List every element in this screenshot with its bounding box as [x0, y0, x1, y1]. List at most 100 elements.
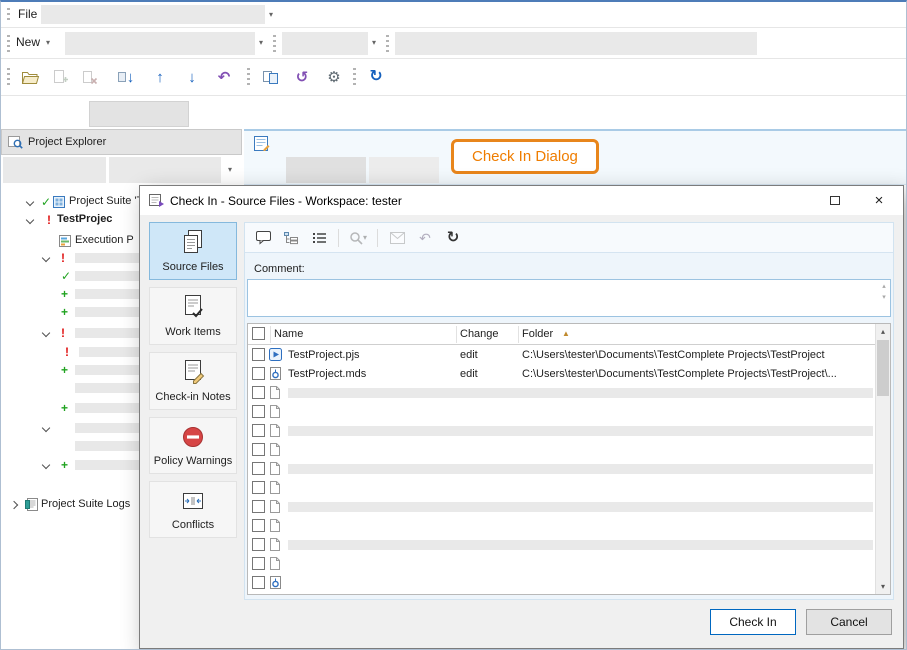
row-checkbox[interactable]: [252, 538, 265, 551]
placeholder-row[interactable]: [248, 421, 875, 440]
comment-input[interactable]: [247, 279, 891, 317]
scroll-down-icon[interactable]: ▾: [879, 292, 889, 303]
placeholder-row[interactable]: [248, 516, 875, 535]
tab-check-in-notes[interactable]: Check-in Notes: [149, 352, 237, 410]
placeholder-row[interactable]: [248, 554, 875, 573]
maximize-button[interactable]: [813, 186, 857, 214]
file-icon: [269, 462, 281, 475]
chevron-down-icon[interactable]: [26, 198, 34, 206]
chevron-down-icon[interactable]: ▾: [259, 39, 263, 47]
logs-icon: [25, 498, 38, 511]
chevron-down-icon[interactable]: [42, 254, 50, 262]
blurred-tab: [3, 157, 106, 183]
chevron-down-icon[interactable]: [42, 424, 50, 432]
column-separator[interactable]: [270, 326, 271, 343]
history-button[interactable]: ↺: [289, 64, 315, 90]
row-checkbox[interactable]: [252, 443, 265, 456]
placeholder-row[interactable]: [248, 383, 875, 402]
add-to-source-control-button[interactable]: [47, 64, 73, 90]
row-checkbox[interactable]: [252, 519, 265, 532]
placeholder-row[interactable]: [248, 535, 875, 554]
toolbar-grip-handle[interactable]: [273, 35, 276, 52]
row-checkbox[interactable]: [252, 405, 265, 418]
chevron-right-icon[interactable]: [10, 501, 18, 509]
source-files-icon: [181, 230, 205, 255]
tab-work-items[interactable]: Work Items: [149, 287, 237, 345]
toolbar-separator: [338, 229, 339, 247]
column-header-name[interactable]: Name: [274, 328, 303, 340]
find-button[interactable]: ▾: [346, 226, 370, 250]
row-checkbox[interactable]: [252, 576, 265, 589]
get-latest-button[interactable]: ↓: [179, 64, 205, 90]
column-header-change[interactable]: Change: [460, 328, 499, 340]
row-checkbox[interactable]: [252, 367, 265, 380]
send-button[interactable]: [385, 226, 409, 250]
row-checkbox[interactable]: [252, 500, 265, 513]
cancel-button[interactable]: Cancel: [806, 609, 892, 635]
select-all-checkbox[interactable]: [252, 327, 265, 340]
chevron-down-icon[interactable]: ▾: [228, 166, 232, 174]
row-checkbox[interactable]: [252, 481, 265, 494]
unbind-source-control-button[interactable]: [77, 64, 103, 90]
row-checkbox[interactable]: [252, 386, 265, 399]
tab-conflicts[interactable]: Conflicts: [149, 481, 237, 538]
toolbar-grip-handle[interactable]: [386, 35, 389, 52]
check-in-button[interactable]: Check In: [710, 609, 796, 635]
check-out-button[interactable]: ↑: [147, 64, 173, 90]
refresh-list-button[interactable]: ↻: [441, 226, 465, 250]
form-editor-icon[interactable]: [254, 136, 270, 152]
placeholder-row[interactable]: [248, 478, 875, 497]
row-checkbox[interactable]: [252, 348, 265, 361]
toolbar-grip-handle[interactable]: [353, 68, 356, 85]
file-row[interactable]: TestProject.pjs edit C:\Users\tester\Doc…: [248, 345, 875, 364]
placeholder-row[interactable]: [248, 459, 875, 478]
flat-view-button[interactable]: [307, 226, 331, 250]
project-explorer-header[interactable]: Project Explorer: [1, 129, 242, 155]
row-checkbox[interactable]: [252, 557, 265, 570]
source-control-options-button[interactable]: ⚙: [321, 64, 347, 90]
placeholder-row[interactable]: [248, 440, 875, 459]
placeholder-row[interactable]: [248, 402, 875, 421]
compare-button[interactable]: [257, 64, 283, 90]
open-from-source-control-button[interactable]: [17, 64, 43, 90]
file-row[interactable]: TestProject.mds edit C:\Users\tester\Doc…: [248, 364, 875, 383]
toolbar-grip-handle[interactable]: [7, 35, 10, 52]
chevron-down-icon[interactable]: [26, 216, 34, 224]
column-header-folder[interactable]: Folder: [522, 328, 553, 340]
undo-checkout-button[interactable]: ↶: [211, 64, 237, 90]
row-checkbox[interactable]: [252, 462, 265, 475]
chevron-down-icon[interactable]: [42, 461, 50, 469]
menubar-grip-handle[interactable]: [7, 8, 10, 22]
scroll-up-icon[interactable]: ▴: [876, 324, 890, 339]
placeholder-row[interactable]: [248, 573, 875, 592]
toolbar-grip-handle[interactable]: [7, 68, 10, 85]
scroll-down-icon[interactable]: ▾: [876, 579, 890, 594]
tab-source-files[interactable]: Source Files: [149, 222, 237, 280]
check-in-button-toolbar[interactable]: ↓: [113, 64, 139, 90]
chevron-down-icon[interactable]: ▾: [372, 39, 376, 47]
undo-icon: ↶: [419, 231, 431, 245]
tree-view-button[interactable]: [279, 226, 303, 250]
menu-file[interactable]: File: [18, 7, 37, 21]
refresh-button[interactable]: ↻: [363, 64, 389, 90]
close-button[interactable]: ×: [857, 186, 901, 214]
column-separator[interactable]: [456, 326, 457, 343]
scroll-up-icon[interactable]: ▴: [879, 281, 889, 292]
dialog-titlebar[interactable]: Check In - Source Files - Workspace: tes…: [140, 186, 903, 215]
toolbar-grip-handle[interactable]: [247, 68, 250, 85]
new-button[interactable]: New: [16, 35, 40, 49]
undo-button[interactable]: ↶: [413, 226, 437, 250]
placeholder-row[interactable]: [248, 497, 875, 516]
comment-toggle-button[interactable]: [251, 226, 275, 250]
comment-scroll-arrows[interactable]: ▴ ▾: [879, 281, 889, 315]
blurred-tab: [109, 157, 221, 183]
vertical-scrollbar[interactable]: ▴ ▾: [875, 324, 890, 594]
check-in-box-icon: [118, 72, 126, 82]
column-separator[interactable]: [518, 326, 519, 343]
chevron-down-icon[interactable]: [42, 329, 50, 337]
tab-policy-warnings[interactable]: Policy Warnings: [149, 417, 237, 474]
scroll-thumb[interactable]: [877, 340, 889, 396]
new-dropdown-icon[interactable]: ▾: [46, 39, 50, 47]
chevron-down-icon[interactable]: ▾: [269, 11, 273, 19]
row-checkbox[interactable]: [252, 424, 265, 437]
